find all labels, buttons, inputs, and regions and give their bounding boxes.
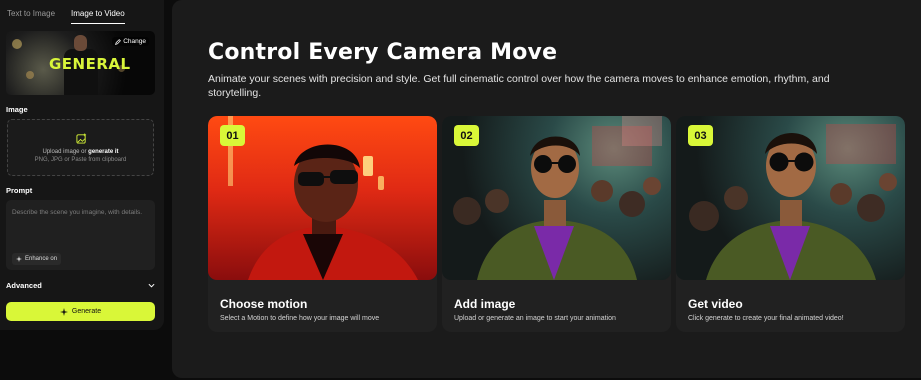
tab-text-to-image[interactable]: Text to Image — [7, 0, 55, 28]
page-subtitle: Animate your scenes with precision and s… — [208, 73, 830, 99]
image-section-label: Image — [6, 105, 28, 114]
chevron-down-icon — [148, 283, 155, 288]
page-title: Control Every Camera Move — [208, 40, 558, 65]
step-card-choose-motion[interactable]: 01 Choose motion Select a Motion to defi… — [208, 116, 437, 332]
step-description: Select a Motion to define how your image… — [220, 315, 380, 322]
step-number: 03 — [688, 125, 713, 146]
generate-it-link[interactable]: generate it — [88, 149, 118, 155]
change-label: Change — [123, 38, 146, 45]
step-title: Choose motion — [220, 297, 308, 311]
step-number: 01 — [220, 125, 245, 146]
step-title: Get video — [688, 297, 743, 311]
prompt-container: Enhance on — [6, 200, 155, 270]
generate-button[interactable]: Generate — [6, 302, 155, 321]
sparkle-icon — [16, 256, 22, 262]
step-description: Upload or generate an image to start you… — [454, 315, 616, 322]
prompt-input[interactable] — [12, 208, 149, 238]
add-image-icon — [76, 133, 87, 144]
tab-image-to-video[interactable]: Image to Video — [71, 0, 125, 28]
app-root: Text to Image Image to Video GENERAL Cha… — [0, 0, 921, 380]
upload-formats: PNG, JPG or Paste from clipboard — [34, 157, 127, 163]
step-card-get-video[interactable]: 03 Get video Click generate to create yo… — [676, 116, 905, 332]
step-image: 01 — [208, 116, 437, 280]
sidebar: Text to Image Image to Video GENERAL Cha… — [0, 0, 164, 330]
mode-tabs: Text to Image Image to Video — [0, 0, 164, 28]
enhance-toggle[interactable]: Enhance on — [12, 253, 62, 265]
enhance-label: Enhance on — [25, 256, 58, 262]
main-panel: Control Every Camera Move Animate your s… — [172, 0, 921, 378]
advanced-label: Advanced — [6, 280, 42, 290]
step-image: 02 — [442, 116, 671, 280]
advanced-toggle[interactable]: Advanced — [6, 279, 155, 291]
generate-label: Generate — [71, 308, 102, 315]
style-preview-thumbnail[interactable]: GENERAL Change — [6, 31, 155, 95]
step-card-add-image[interactable]: 02 Add image Upload or generate an image… — [442, 116, 671, 332]
preview-style-text: GENERAL — [49, 55, 131, 73]
step-description: Click generate to create your final anim… — [688, 315, 844, 322]
step-title: Add image — [454, 297, 516, 311]
step-image: 03 — [676, 116, 905, 280]
prompt-section-label: Prompt — [6, 186, 33, 195]
sparkle-icon — [59, 307, 68, 316]
edit-icon — [115, 38, 122, 45]
step-number: 02 — [454, 125, 479, 146]
image-upload-dropzone[interactable]: Upload image or generate it PNG, JPG or … — [7, 119, 154, 176]
change-style-button[interactable]: Change — [112, 37, 149, 46]
upload-instructions: Upload image or generate it — [42, 149, 119, 155]
